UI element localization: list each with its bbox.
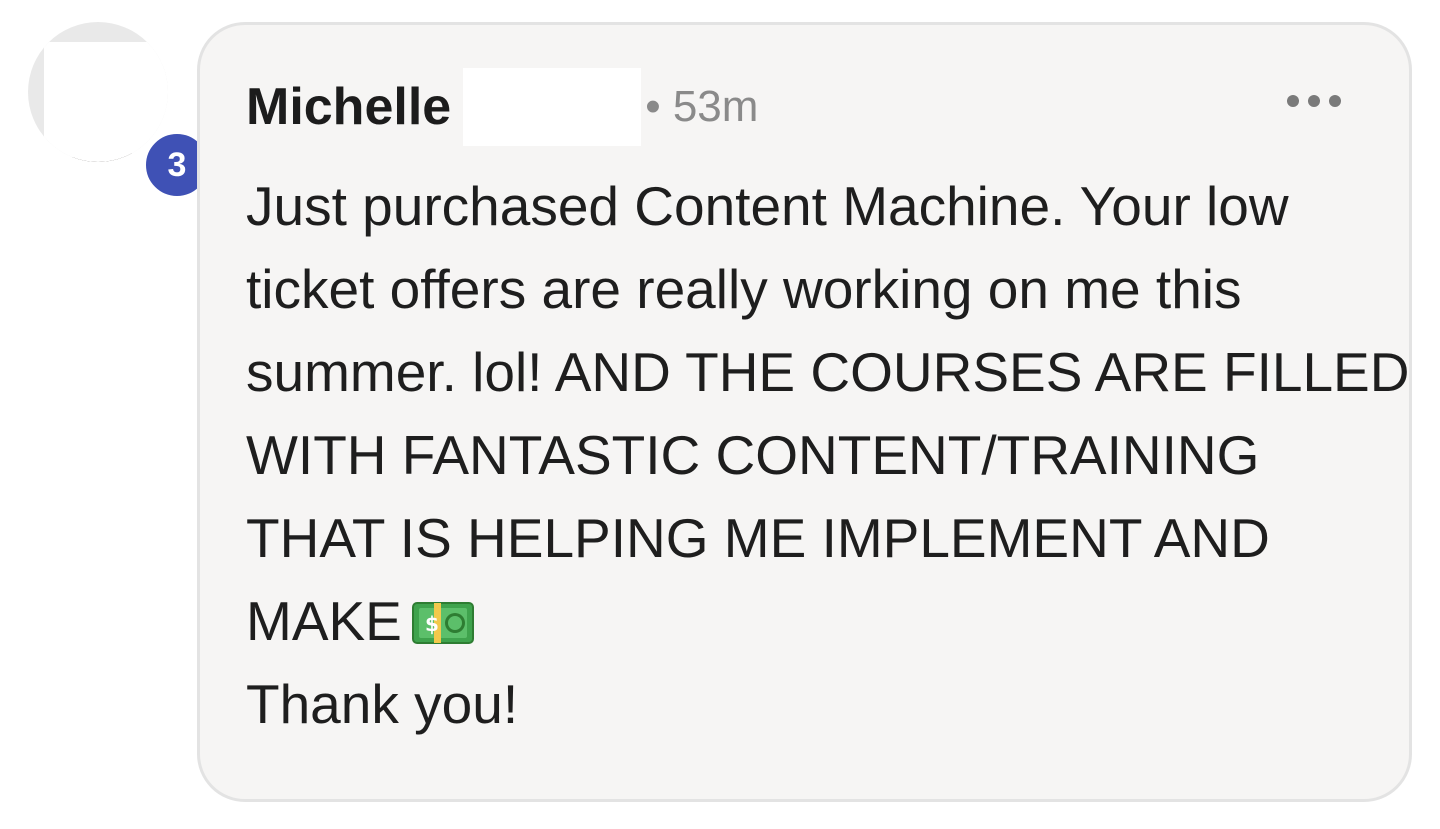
comment-text-line: Just purchased Content Machine. Your low: [246, 175, 1289, 237]
comment: 3 Michelle • 53m Just purchased Content …: [0, 0, 1440, 829]
ellipsis-dot: [1308, 95, 1320, 107]
comment-text-line-with-emoji: MAKE $: [246, 580, 1376, 663]
comment-text-line: THAT IS HELPING ME IMPLEMENT AND: [246, 507, 1270, 569]
avatar[interactable]: [28, 22, 168, 162]
ellipsis-dot: [1329, 95, 1341, 107]
more-options-button[interactable]: [1287, 91, 1341, 111]
comment-text: Just purchased Content Machine. Your low…: [246, 165, 1410, 746]
comment-bubble: Michelle • 53m Just purchased Content Ma…: [197, 22, 1412, 802]
money-bill-emoji: $: [411, 584, 474, 644]
author-avatar-group[interactable]: 3: [28, 22, 212, 200]
ellipsis-horizontal-icon: [1287, 95, 1299, 107]
comment-text-line: ticket offers are really working on me t…: [246, 258, 1242, 320]
comment-text-line: Thank you!: [246, 673, 519, 735]
timestamp: • 53m: [645, 85, 758, 129]
comment-header: Michelle • 53m: [246, 68, 758, 146]
svg-text:$: $: [425, 612, 439, 636]
comment-text-line: WITH FANTASTIC CONTENT/TRAINING: [246, 424, 1260, 486]
meta-separator: •: [645, 82, 661, 131]
comment-text-line: summer. lol! AND THE COURSES ARE FILLED: [246, 341, 1410, 403]
author-name[interactable]: Michelle: [246, 81, 451, 133]
comment-text-word: MAKE: [246, 590, 402, 652]
timestamp-value: 53m: [672, 82, 759, 131]
author-name-redaction: [463, 68, 642, 146]
